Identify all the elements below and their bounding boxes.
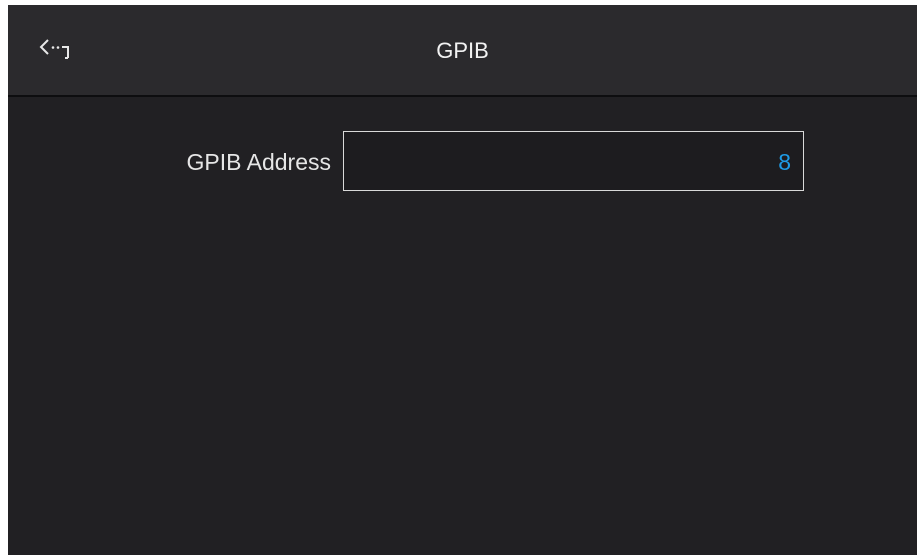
gpib-address-field[interactable]: 8 [343, 131, 804, 191]
gpib-settings-screen: GPIB GPIB Address 8 [8, 5, 917, 555]
page-title: GPIB [436, 38, 489, 63]
gpib-address-value: 8 [778, 149, 791, 175]
title-bar: GPIB [8, 5, 917, 97]
gpib-address-row: GPIB Address 8 [8, 131, 917, 193]
gpib-address-label: GPIB Address [186, 149, 331, 175]
